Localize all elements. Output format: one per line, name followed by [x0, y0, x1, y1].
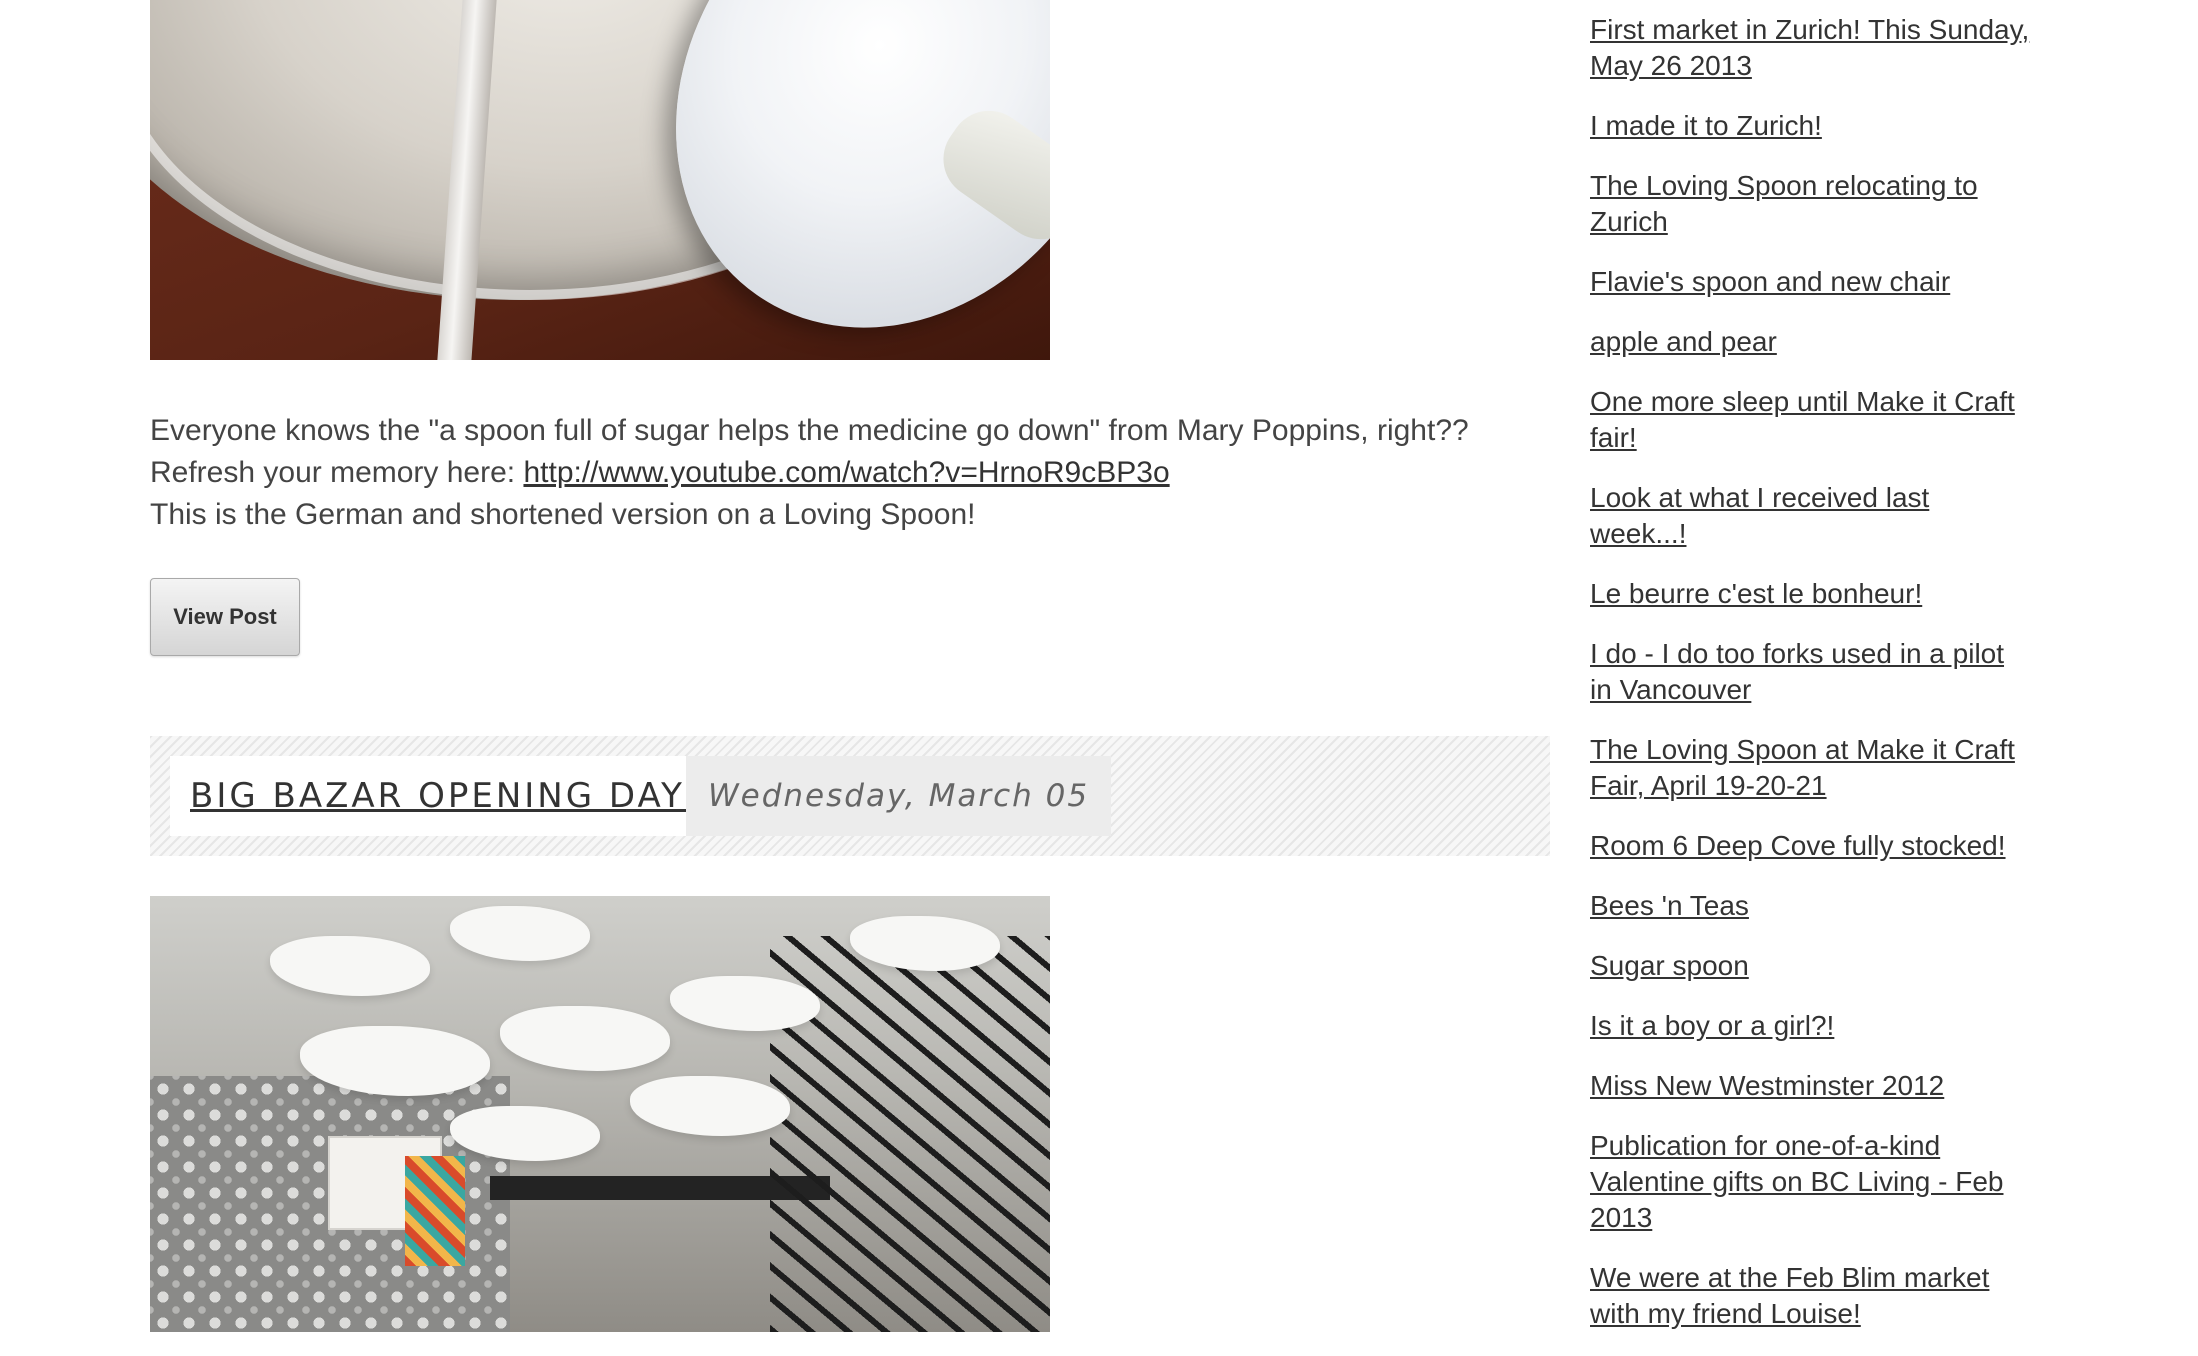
post-title-box: BIG BAZAR OPENING DAY!: [170, 756, 722, 836]
recent-post-link[interactable]: Flavie's spoon and new chair: [1590, 266, 1950, 297]
list-item: I do - I do too forks used in a pilot in…: [1590, 636, 2030, 708]
list-item: Sugar spoon: [1590, 948, 2030, 984]
paper-lantern: [270, 936, 430, 996]
view-post-button[interactable]: View Post: [150, 578, 300, 656]
recent-post-link[interactable]: Sugar spoon: [1590, 950, 1749, 981]
paper-lantern: [500, 1006, 670, 1071]
excerpt-line-1: Everyone knows the "a spoon full of suga…: [150, 414, 1469, 447]
post-photo-store-interior: [150, 896, 1050, 1332]
recent-post-link[interactable]: Le beurre c'est le bonheur!: [1590, 578, 1922, 609]
list-item: Bees 'n Teas: [1590, 888, 2030, 924]
list-item: Room 6 Deep Cove fully stocked!: [1590, 828, 2030, 864]
list-item: Miss New Westminster 2012: [1590, 1068, 2030, 1104]
recent-post-link[interactable]: The Loving Spoon relocating to Zurich: [1590, 170, 1978, 237]
recent-post-link[interactable]: apple and pear: [1590, 326, 1777, 357]
recent-post-link[interactable]: I do - I do too forks used in a pilot in…: [1590, 638, 2004, 705]
list-item: The Loving Spoon relocating to Zurich: [1590, 168, 2030, 240]
list-item: Le beurre c'est le bonheur!: [1590, 576, 2030, 612]
recent-post-link[interactable]: Publication for one-of-a-kind Valentine …: [1590, 1130, 2003, 1233]
excerpt-line-2: Refresh your memory here: http://www.you…: [150, 452, 1550, 494]
recent-post-link[interactable]: Miss New Westminster 2012: [1590, 1070, 1944, 1101]
recent-post-link[interactable]: Room 6 Deep Cove fully stocked!: [1590, 830, 2006, 861]
sidebar-recent-posts: First market in Zurich! This Sunday, May…: [1590, 12, 2030, 1356]
excerpt-line-3: This is the German and shortened version…: [150, 498, 976, 531]
list-item: First market in Zurich! This Sunday, May…: [1590, 12, 2030, 84]
excerpt-line-2-prefix: Refresh your memory here:: [150, 456, 524, 489]
recent-post-link[interactable]: Look at what I received last week...!: [1590, 482, 1929, 549]
recent-post-link[interactable]: The Loving Spoon at Make it Craft Fair, …: [1590, 734, 2015, 801]
post-excerpt: Everyone knows the "a spoon full of suga…: [150, 410, 1550, 536]
list-item: Is it a boy or a girl?!: [1590, 1008, 2030, 1044]
recent-post-link[interactable]: Is it a boy or a girl?!: [1590, 1010, 1834, 1041]
list-item: One more sleep until Make it Craft fair!: [1590, 384, 2030, 456]
recent-post-link[interactable]: Bees 'n Teas: [1590, 890, 1749, 921]
post-header-banner: BIG BAZAR OPENING DAY! Wednesday, March …: [150, 736, 1550, 856]
list-item: I made it to Zurich!: [1590, 108, 2030, 144]
list-item: Publication for one-of-a-kind Valentine …: [1590, 1128, 2030, 1236]
list-item: The Loving Spoon at Make it Craft Fair, …: [1590, 732, 2030, 804]
list-item: apple and pear: [1590, 324, 2030, 360]
recent-post-link[interactable]: I made it to Zurich!: [1590, 110, 1822, 141]
recent-posts-list: First market in Zurich! This Sunday, May…: [1590, 12, 2030, 1332]
paper-lantern: [630, 1076, 790, 1136]
post-title-link[interactable]: BIG BAZAR OPENING DAY!: [190, 776, 701, 816]
post-photo-spoon-bowl: [150, 0, 1050, 360]
recent-post-link[interactable]: We were at the Feb Blim market with my f…: [1590, 1262, 1989, 1329]
list-item: Flavie's spoon and new chair: [1590, 264, 2030, 300]
youtube-link[interactable]: http://www.youtube.com/watch?v=HrnoR9cBP…: [523, 456, 1169, 489]
recent-post-link[interactable]: One more sleep until Make it Craft fair!: [1590, 386, 2015, 453]
paper-lantern: [670, 976, 820, 1031]
list-item: We were at the Feb Blim market with my f…: [1590, 1260, 2030, 1332]
post-date: Wednesday, March 05: [686, 756, 1112, 836]
paper-lantern: [450, 906, 590, 961]
blog-page: Everyone knows the "a spoon full of suga…: [0, 0, 2198, 1332]
recent-post-link[interactable]: First market in Zurich! This Sunday, May…: [1590, 14, 2029, 81]
zigzag-artwork: [405, 1156, 465, 1266]
list-item: Look at what I received last week...!: [1590, 480, 2030, 552]
